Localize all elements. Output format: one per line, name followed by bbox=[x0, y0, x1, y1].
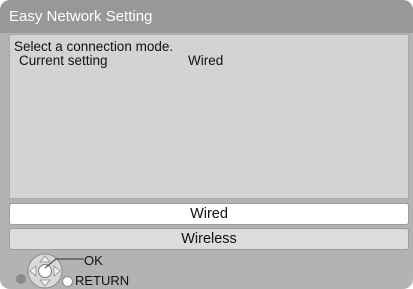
prompt-text: Select a connection mode. bbox=[14, 39, 174, 54]
option-label: Wired bbox=[190, 206, 228, 222]
return-dot-icon bbox=[62, 276, 73, 287]
function-dot-icon bbox=[16, 274, 26, 284]
dialog-frame: Easy Network Setting Select a connection… bbox=[0, 0, 413, 289]
title-bar: Easy Network Setting bbox=[0, 0, 413, 33]
option-wireless[interactable]: Wireless bbox=[9, 228, 409, 250]
ok-label: OK bbox=[84, 253, 103, 268]
return-label: RETURN bbox=[75, 273, 130, 288]
control-hints: OK RETURN bbox=[0, 252, 413, 289]
option-label: Wireless bbox=[181, 231, 237, 247]
current-setting-label: Current setting bbox=[19, 53, 108, 68]
current-setting-value: Wired bbox=[188, 53, 224, 68]
content-panel: Select a connection mode. Current settin… bbox=[9, 34, 409, 199]
option-wired[interactable]: Wired bbox=[9, 203, 409, 225]
ok-leader-line bbox=[44, 258, 84, 269]
dialog-title: Easy Network Setting bbox=[9, 8, 153, 25]
